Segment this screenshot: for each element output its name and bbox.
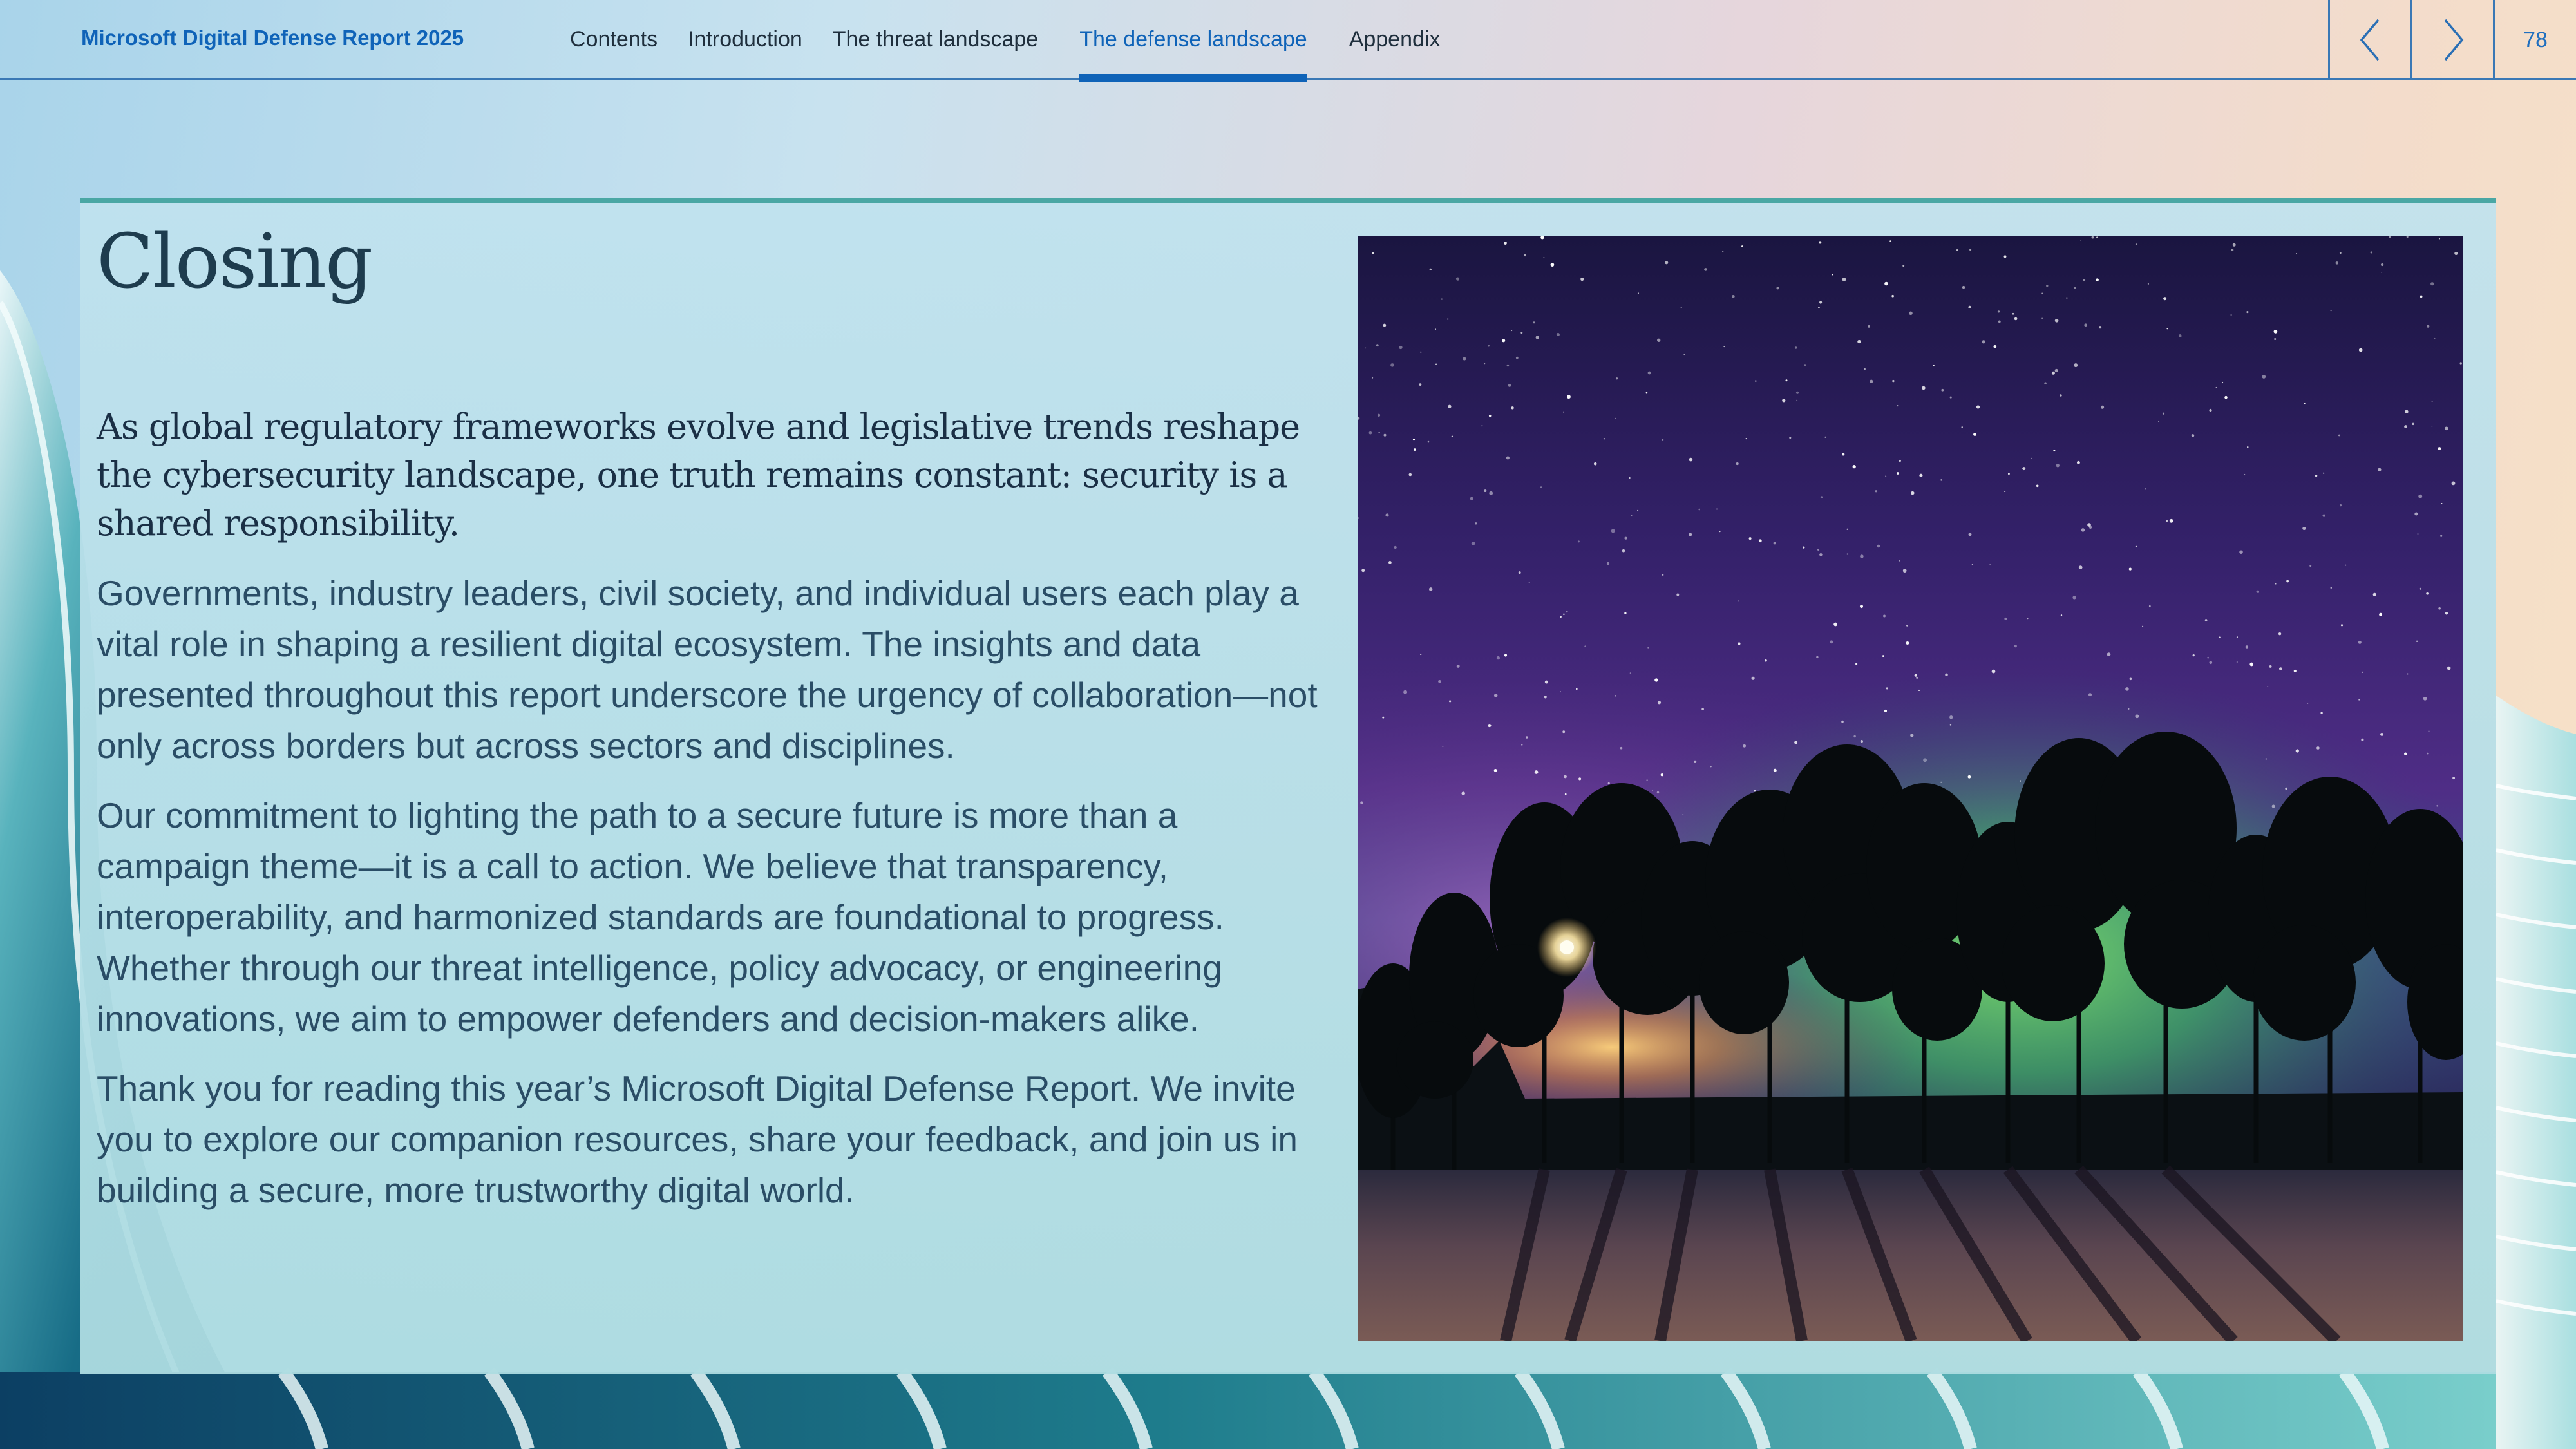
- nav-item-defense-landscape[interactable]: The defense landscape: [1079, 0, 1308, 82]
- report-title-link[interactable]: Microsoft Digital Defense Report 2025: [81, 26, 464, 50]
- body-paragraph: Thank you for reading this year’s Micros…: [97, 1068, 1298, 1210]
- chevron-right-icon: [2444, 19, 2463, 61]
- nav-item-threat-landscape[interactable]: The threat landscape: [833, 0, 1038, 80]
- previous-page-button[interactable]: [2328, 0, 2410, 80]
- aurora-forest-photo: [1358, 236, 2463, 1341]
- nav-item-contents[interactable]: Contents: [570, 0, 658, 80]
- nav-item-appendix[interactable]: Appendix: [1349, 0, 1441, 80]
- page-number: 78: [2493, 0, 2576, 80]
- next-page-button[interactable]: [2410, 0, 2493, 80]
- top-navigation-bar: Microsoft Digital Defense Report 2025 Co…: [0, 0, 2576, 82]
- chevron-left-icon: [2360, 19, 2379, 61]
- lead-paragraph: As global regulatory frameworks evolve a…: [97, 406, 1300, 544]
- nav-item-introduction[interactable]: Introduction: [688, 0, 802, 80]
- page-title: Closing: [97, 218, 373, 305]
- section-nav: Contents Introduction The threat landsca…: [570, 0, 1470, 82]
- body-paragraph: Governments, industry leaders, civil soc…: [97, 573, 1318, 766]
- body-text-column: As global regulatory frameworks evolve a…: [97, 402, 1320, 1235]
- body-paragraph: Our commitment to lighting the path to a…: [97, 795, 1224, 1039]
